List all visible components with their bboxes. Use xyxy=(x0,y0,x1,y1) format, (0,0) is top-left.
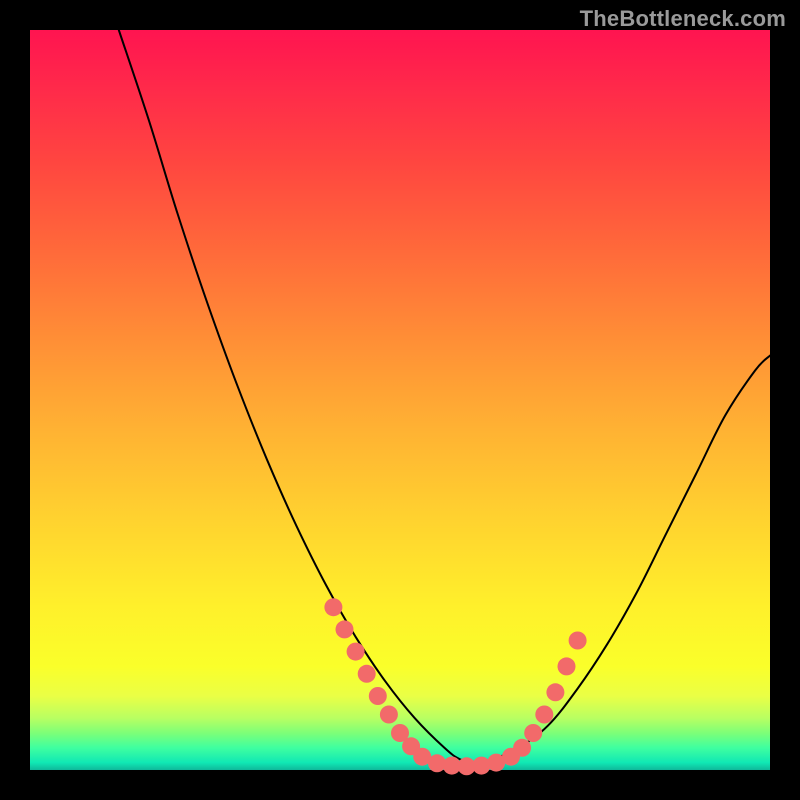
data-marker xyxy=(380,706,398,724)
data-marker xyxy=(513,739,531,757)
data-marker xyxy=(369,687,387,705)
chart-frame: TheBottleneck.com xyxy=(0,0,800,800)
bottleneck-curve xyxy=(119,30,770,764)
chart-svg xyxy=(30,30,770,770)
data-marker xyxy=(546,683,564,701)
data-marker xyxy=(336,620,354,638)
data-marker xyxy=(472,757,490,775)
data-marker xyxy=(358,665,376,683)
data-marker xyxy=(347,643,365,661)
plot-area xyxy=(30,30,770,770)
watermark-label: TheBottleneck.com xyxy=(580,6,786,32)
data-marker xyxy=(569,632,587,650)
data-marker xyxy=(558,657,576,675)
data-markers xyxy=(324,598,586,775)
data-marker xyxy=(324,598,342,616)
data-marker xyxy=(524,724,542,742)
data-marker xyxy=(535,706,553,724)
